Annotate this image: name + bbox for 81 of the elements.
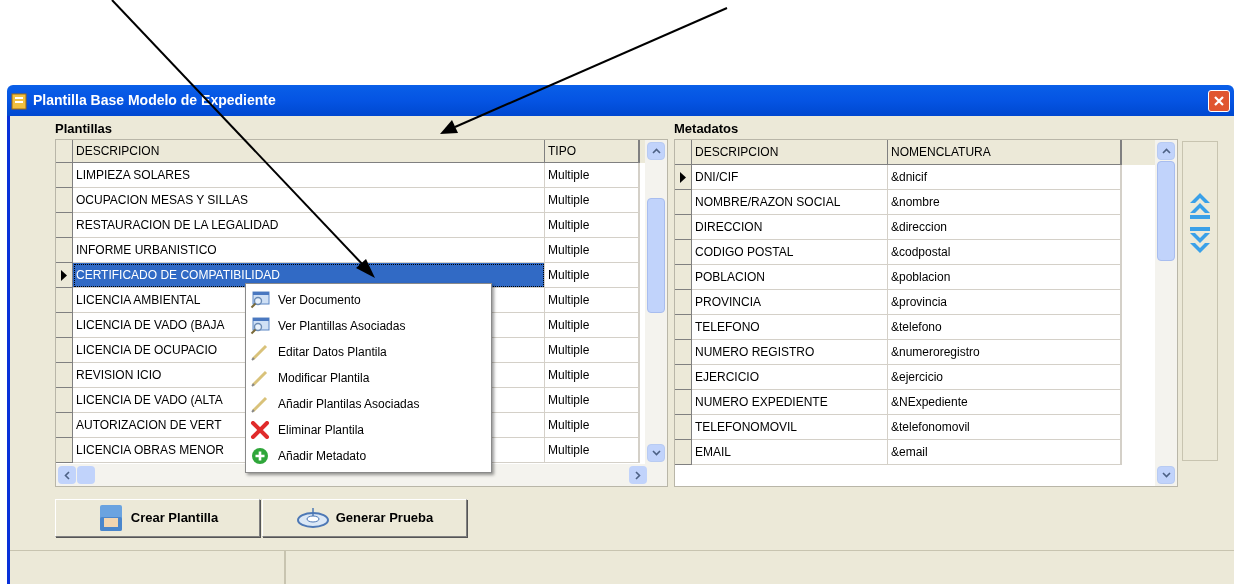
row-pointer-icon <box>680 171 686 183</box>
table-cell[interactable]: &email <box>888 440 1122 465</box>
vertical-scrollbar[interactable] <box>1155 140 1177 486</box>
table-cell[interactable]: NOMBRE/RAZON SOCIAL <box>692 190 888 215</box>
table-cell[interactable]: Multiple <box>545 413 640 438</box>
table-cell[interactable]: &telefono <box>888 315 1122 340</box>
column-header[interactable]: DESCRIPCION <box>692 140 888 165</box>
table-cell[interactable]: Multiple <box>545 288 640 313</box>
pencil-icon <box>250 395 270 413</box>
row-header[interactable] <box>56 263 73 288</box>
table-cell[interactable]: Multiple <box>545 313 640 338</box>
table-cell[interactable]: &telefonomovil <box>888 415 1122 440</box>
scroll-down-icon[interactable] <box>1157 466 1175 484</box>
table-cell[interactable]: &NExpediente <box>888 390 1122 415</box>
column-header[interactable]: NOMENCLATURA <box>888 140 1122 165</box>
table-cell[interactable]: &poblacion <box>888 265 1122 290</box>
window-app-icon <box>11 91 27 110</box>
scroll-left-icon[interactable] <box>58 466 76 484</box>
section-label: Plantillas <box>55 120 114 138</box>
table-cell[interactable]: DNI/CIF <box>692 165 888 190</box>
menu-item[interactable]: Editar Datos Plantila <box>246 339 491 365</box>
cross-icon <box>250 421 270 439</box>
pencil-icon <box>250 369 270 387</box>
table-cell[interactable]: LIMPIEZA SOLARES <box>73 163 545 188</box>
magnifier-window-icon <box>250 317 270 335</box>
double-up-arrow-icon[interactable] <box>1189 192 1211 220</box>
table-cell[interactable]: &dnicif <box>888 165 1122 190</box>
table-cell[interactable]: EJERCICIO <box>692 365 888 390</box>
toolbar-button[interactable]: Crear Plantilla <box>55 499 260 537</box>
vertical-scrollbar[interactable] <box>645 140 667 464</box>
close-button[interactable] <box>1208 89 1230 112</box>
table-cell[interactable]: OCUPACION MESAS Y SILLAS <box>73 188 545 213</box>
table-cell[interactable]: Multiple <box>545 163 640 188</box>
table-cell[interactable]: &provincia <box>888 290 1122 315</box>
table-cell[interactable]: Multiple <box>545 188 640 213</box>
section-label: Metadatos <box>674 120 740 138</box>
scroll-up-icon[interactable] <box>647 142 665 160</box>
toolbar-button[interactable]: Generar Prueba <box>262 499 467 537</box>
column-header[interactable]: DESCRIPCION <box>73 140 545 163</box>
scroll-thumb[interactable] <box>1157 161 1175 261</box>
row-pointer-icon <box>61 269 67 281</box>
table-cell[interactable]: PROVINCIA <box>692 290 888 315</box>
table-cell[interactable]: TELEFONO <box>692 315 888 340</box>
table-cell[interactable]: &numeroregistro <box>888 340 1122 365</box>
scroll-up-icon[interactable] <box>1157 142 1175 160</box>
magnifier-window-icon <box>250 291 270 309</box>
menu-item[interactable]: Añadir Plantilas Asociadas <box>246 391 491 417</box>
scroll-down-icon[interactable] <box>647 444 665 462</box>
scroll-thumb[interactable] <box>647 198 665 313</box>
table-cell[interactable]: Multiple <box>545 213 640 238</box>
table-cell[interactable]: &direccion <box>888 215 1122 240</box>
disc-icon <box>295 507 330 529</box>
menu-item[interactable]: Añadir Metadato <box>246 443 491 469</box>
menu-item[interactable]: Modificar Plantila <box>246 365 491 391</box>
scroll-thumb[interactable] <box>77 466 95 484</box>
menu-item[interactable]: Ver Documento <box>246 287 491 313</box>
menu-item[interactable]: Ver Plantillas Asociadas <box>246 313 491 339</box>
scroll-right-icon[interactable] <box>629 466 647 484</box>
table-cell[interactable]: &codpostal <box>888 240 1122 265</box>
table-cell[interactable]: NUMERO REGISTRO <box>692 340 888 365</box>
table-cell[interactable]: CODIGO POSTAL <box>692 240 888 265</box>
table-cell[interactable]: Multiple <box>545 363 640 388</box>
double-down-arrow-icon[interactable] <box>1189 226 1211 254</box>
table-cell[interactable]: RESTAURACION DE LA LEGALIDAD <box>73 213 545 238</box>
row-header[interactable] <box>675 165 692 190</box>
table-cell[interactable]: Multiple <box>545 263 640 288</box>
menu-item[interactable]: Eliminar Plantila <box>246 417 491 443</box>
table-cell[interactable]: POBLACION <box>692 265 888 290</box>
column-header[interactable]: TIPO <box>545 140 640 163</box>
table-cell[interactable]: Multiple <box>545 238 640 263</box>
table-cell[interactable]: &nombre <box>888 190 1122 215</box>
table-cell[interactable]: EMAIL <box>692 440 888 465</box>
pencil-icon <box>250 343 270 361</box>
table-cell[interactable]: Multiple <box>545 388 640 413</box>
table-cell[interactable]: TELEFONOMOVIL <box>692 415 888 440</box>
plus-circle-icon <box>250 447 270 465</box>
table-cell[interactable]: NUMERO EXPEDIENTE <box>692 390 888 415</box>
table-cell[interactable]: DIRECCION <box>692 215 888 240</box>
table-cell[interactable]: &ejercicio <box>888 365 1122 390</box>
table-cell[interactable]: Multiple <box>545 338 640 363</box>
close-icon <box>1213 94 1225 107</box>
